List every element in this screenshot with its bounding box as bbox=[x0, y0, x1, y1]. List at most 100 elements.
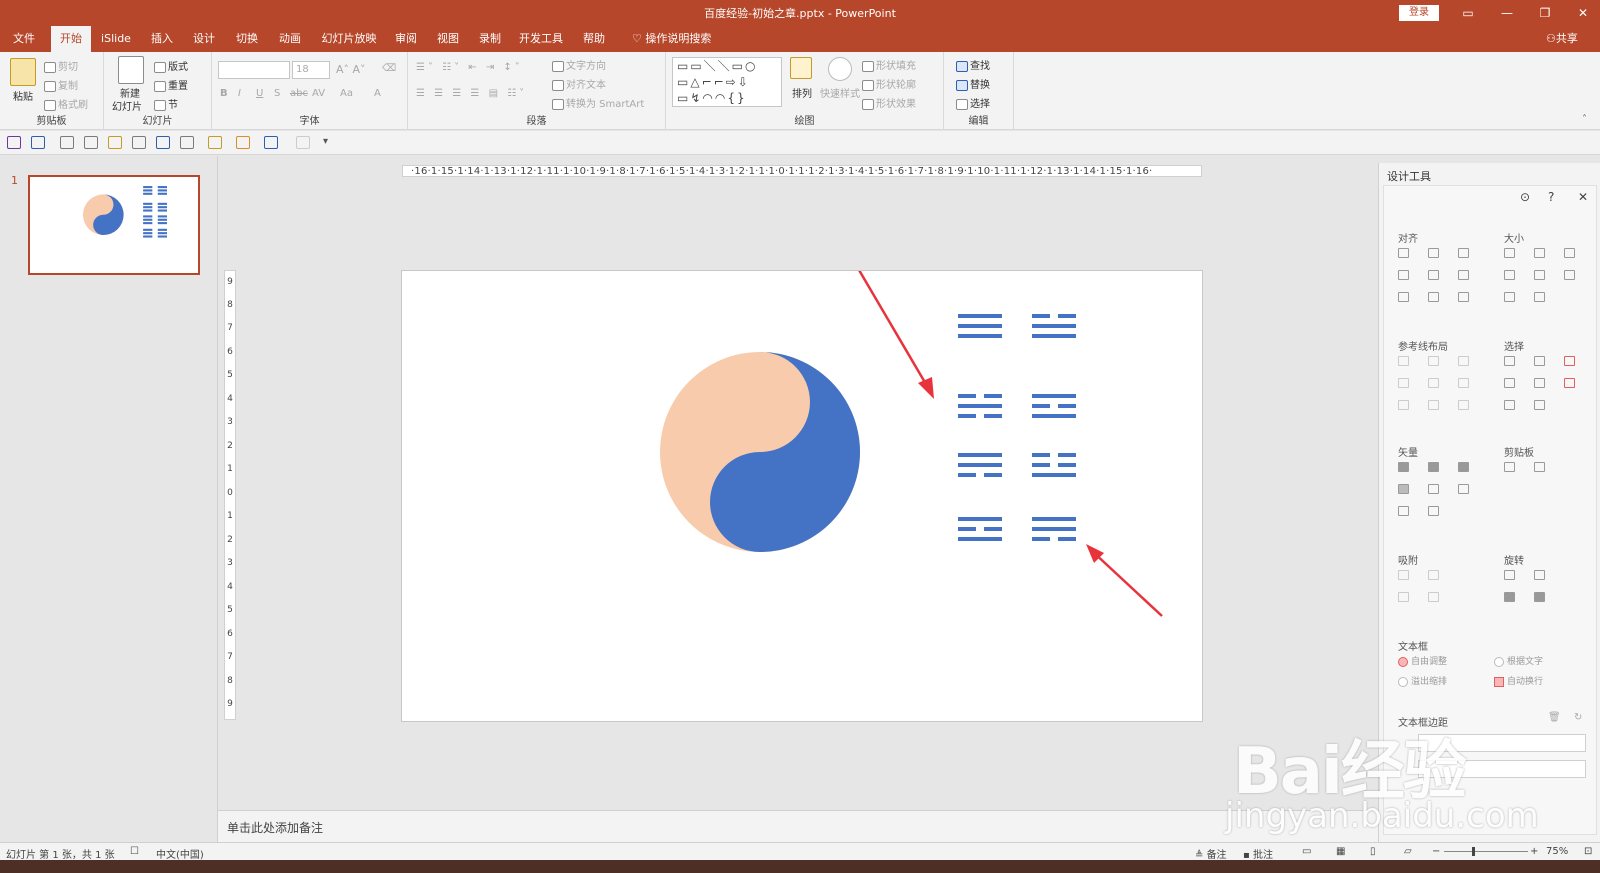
zoom-level[interactable]: 75% bbox=[1546, 846, 1568, 857]
tab-review[interactable]: 审阅 bbox=[388, 26, 424, 52]
tab-home[interactable]: 开始 bbox=[51, 26, 91, 52]
slideshow-view-icon[interactable]: ▱ bbox=[1404, 846, 1412, 857]
qat-tool-icon[interactable] bbox=[264, 136, 278, 149]
qat-tool-icon[interactable] bbox=[180, 136, 194, 149]
login-button[interactable]: 登录 bbox=[1399, 5, 1439, 21]
save-icon[interactable] bbox=[7, 136, 21, 149]
clear-format-icon[interactable]: ⌫ bbox=[382, 63, 396, 74]
replace-button[interactable]: 替换 bbox=[956, 76, 990, 91]
yin-yang-shape[interactable] bbox=[660, 352, 860, 552]
tab-transitions[interactable]: 切换 bbox=[229, 26, 265, 52]
undo-icon[interactable] bbox=[31, 136, 45, 149]
trigram-qian[interactable] bbox=[958, 314, 1002, 338]
fit-slide-icon[interactable]: ⊡ bbox=[1584, 846, 1592, 857]
minimize-icon[interactable]: — bbox=[1492, 3, 1522, 23]
zoom-slider[interactable] bbox=[1444, 851, 1528, 852]
section-button[interactable]: 节 bbox=[154, 96, 178, 111]
tab-slideshow[interactable]: 幻灯片放映 bbox=[318, 26, 380, 52]
close-panel-icon[interactable]: ✕ bbox=[1578, 190, 1588, 204]
quick-styles-button[interactable]: 快速样式 bbox=[820, 85, 860, 100]
customize-qat-icon[interactable]: ▾ bbox=[323, 136, 328, 147]
tab-help[interactable]: 帮助 bbox=[576, 26, 612, 52]
delete-icon[interactable]: 🗑 bbox=[1548, 712, 1561, 723]
char-spacing-button[interactable]: AV bbox=[312, 88, 325, 99]
layout-button[interactable]: 版式 bbox=[154, 58, 188, 73]
list-buttons[interactable]: ☰˅ ☷˅ ⇤ ⇥ ↕˅ bbox=[416, 62, 523, 73]
shape-effects-button[interactable]: 形状效果 bbox=[862, 95, 916, 110]
zoom-in-button[interactable]: + bbox=[1530, 846, 1538, 857]
shape-fill-button[interactable]: 形状填充 bbox=[862, 57, 916, 72]
slide-thumbnail[interactable] bbox=[28, 175, 200, 275]
trigram-li[interactable] bbox=[1032, 394, 1076, 418]
bold-button[interactable]: B bbox=[220, 88, 228, 99]
font-color-button[interactable]: A bbox=[374, 88, 381, 99]
font-size-box[interactable]: 18 bbox=[292, 61, 330, 79]
trigram-xun[interactable] bbox=[1032, 314, 1076, 338]
trigram-kan[interactable] bbox=[958, 394, 1002, 418]
comments-toggle[interactable]: ▪ 批注 bbox=[1243, 846, 1273, 861]
collapse-ribbon-icon[interactable]: ˄ bbox=[1582, 114, 1587, 125]
overflow-option[interactable]: 溢出缩排 bbox=[1398, 674, 1447, 687]
change-case-button[interactable]: Aa bbox=[340, 88, 353, 99]
font-name-box[interactable] bbox=[218, 61, 290, 79]
reading-view-icon[interactable]: ▯ bbox=[1370, 846, 1376, 857]
tab-view[interactable]: 视图 bbox=[430, 26, 466, 52]
zoom-slider-thumb[interactable] bbox=[1472, 847, 1475, 856]
autofit-option[interactable]: 自由调整 bbox=[1398, 654, 1447, 667]
margin-input[interactable] bbox=[1418, 760, 1586, 778]
spellcheck-icon[interactable]: ☐ bbox=[130, 846, 139, 857]
align-buttons[interactable]: ☰ ☰ ☰ ☰ ▤ ☷˅ bbox=[416, 88, 527, 99]
arrange-button[interactable]: 排列 bbox=[792, 85, 812, 100]
zoom-out-button[interactable]: − bbox=[1432, 846, 1440, 857]
slide-canvas[interactable] bbox=[401, 240, 1203, 722]
italic-button[interactable]: I bbox=[238, 88, 241, 99]
tell-me-search[interactable]: ♡ 操作说明搜索 bbox=[632, 26, 711, 52]
trigram-dui[interactable] bbox=[958, 453, 1002, 477]
tab-file[interactable]: 文件 bbox=[8, 26, 40, 52]
trigram-gen[interactable] bbox=[958, 517, 1002, 541]
qat-tool-icon[interactable] bbox=[108, 136, 122, 149]
qat-tool-icon[interactable] bbox=[296, 136, 310, 149]
qat-tool-icon[interactable] bbox=[208, 136, 222, 149]
normal-view-icon[interactable]: ▭ bbox=[1302, 846, 1311, 857]
shape-outline-button[interactable]: 形状轮廓 bbox=[862, 76, 916, 91]
qat-tool-icon[interactable] bbox=[236, 136, 250, 149]
qat-tool-icon[interactable] bbox=[132, 136, 146, 149]
tab-developer[interactable]: 开发工具 bbox=[515, 26, 567, 52]
smartart-button[interactable]: 转换为 SmartArt bbox=[552, 95, 644, 110]
notes-toggle[interactable]: ≜ 备注 bbox=[1195, 846, 1227, 861]
wrap-text-checkbox[interactable]: 自动换行 bbox=[1494, 674, 1543, 687]
text-direction-button[interactable]: 文字方向 bbox=[552, 57, 606, 72]
notes-pane[interactable]: 单击此处添加备注 bbox=[218, 810, 1378, 842]
slide-sorter-icon[interactable]: ▦ bbox=[1336, 846, 1345, 857]
language-indicator[interactable]: 中文(中国) bbox=[156, 846, 204, 861]
shadow-button[interactable]: S bbox=[274, 88, 280, 99]
ribbon-display-icon[interactable]: ▭ bbox=[1453, 3, 1483, 23]
trigram-kun[interactable] bbox=[1032, 517, 1076, 541]
tab-design[interactable]: 设计 bbox=[186, 26, 222, 52]
format-painter-button[interactable]: 格式刷 bbox=[44, 96, 88, 111]
redo-icon[interactable] bbox=[60, 136, 74, 149]
underline-button[interactable]: U bbox=[256, 88, 263, 99]
paste-button[interactable]: 粘贴 bbox=[13, 88, 33, 103]
reset-button[interactable]: 重置 bbox=[154, 77, 188, 92]
tab-animations[interactable]: 动画 bbox=[272, 26, 308, 52]
restore-icon[interactable]: ❐ bbox=[1530, 3, 1560, 23]
help-icon[interactable]: ? bbox=[1548, 190, 1554, 204]
fit-to-text-option[interactable]: 根据文字 bbox=[1494, 654, 1543, 667]
select-button[interactable]: 选择 bbox=[956, 95, 990, 110]
align-text-button[interactable]: 对齐文本 bbox=[552, 76, 606, 91]
strikethrough-button[interactable]: abc bbox=[290, 88, 308, 99]
qat-tool-icon[interactable] bbox=[156, 136, 170, 149]
cut-button[interactable]: 剪切 bbox=[44, 58, 78, 73]
tab-record[interactable]: 录制 bbox=[472, 26, 508, 52]
trigram-zhen[interactable] bbox=[1032, 453, 1076, 477]
close-icon[interactable]: ✕ bbox=[1568, 3, 1598, 23]
share-button[interactable]: ⚇共享 bbox=[1546, 26, 1578, 52]
refresh-icon[interactable]: ↻ bbox=[1574, 712, 1582, 723]
tab-insert[interactable]: 插入 bbox=[144, 26, 180, 52]
shapes-gallery[interactable]: ▭▭＼＼▭○ ▭△⌐⌐⇨⇩ ▭↯◠◠{} bbox=[672, 57, 782, 107]
tab-islide[interactable]: iSlide bbox=[96, 26, 136, 52]
copy-button[interactable]: 复制 bbox=[44, 77, 78, 92]
margin-input[interactable] bbox=[1418, 734, 1586, 752]
